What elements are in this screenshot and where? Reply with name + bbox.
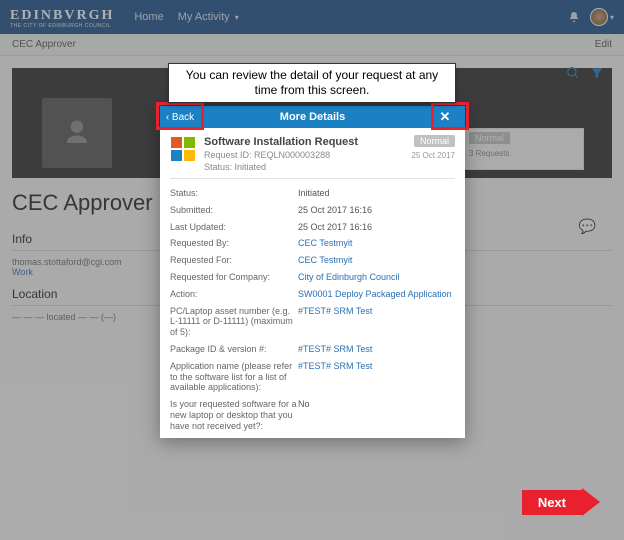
request-date: 25 Oct 2017 <box>411 151 455 160</box>
details-value: #TEST# SRM Test <box>298 361 455 393</box>
details-row: Requested For:CEC Testmyit <box>170 252 455 269</box>
details-value: CEC Testmyit <box>298 255 455 266</box>
modal-title: More Details <box>200 111 425 123</box>
details-value: CEC Testmyit <box>298 238 455 249</box>
modal-body: Software Installation Request Request ID… <box>160 128 465 438</box>
details-row: Submitted:25 Oct 2017 16:16 <box>170 202 455 219</box>
search-icon[interactable] <box>566 66 580 80</box>
tool-strip <box>566 66 604 80</box>
details-row: Last Updated:25 Oct 2017 16:16 <box>170 219 455 236</box>
chevron-down-icon: ▾ <box>610 13 614 22</box>
filter-icon[interactable] <box>590 66 604 80</box>
details-row: Primary contact number:#TEST# SRM Test <box>170 435 455 438</box>
windows-icon <box>170 136 196 162</box>
brand-text: EDINBVRGH <box>10 8 114 23</box>
details-value: Initiated <box>298 188 455 199</box>
details-key: Submitted: <box>170 205 298 216</box>
avatar <box>590 8 608 26</box>
details-row: Application name (please refer to the so… <box>170 358 455 396</box>
details-value: No <box>298 399 455 431</box>
next-button[interactable]: Next <box>522 488 600 516</box>
user-menu[interactable]: ▾ <box>590 8 614 26</box>
request-header: Software Installation Request Request ID… <box>170 136 455 179</box>
details-key: Action: <box>170 289 298 300</box>
more-details-modal: ‹ Back More Details ✕ Software Installat… <box>160 106 465 438</box>
brand-logo: EDINBVRGH THE CITY OF EDINBURGH COUNCIL <box>10 6 114 29</box>
nav-links: Home My Activity ▾ <box>134 11 238 23</box>
requests-count: 3 Requests <box>469 149 579 158</box>
chat-icon[interactable]: 💬 <box>579 218 596 235</box>
details-value: City of Edinburgh Council <box>298 272 455 283</box>
profile-placeholder <box>42 98 112 168</box>
details-row: Is your requested software for a new lap… <box>170 396 455 434</box>
details-key: Last Updated: <box>170 222 298 233</box>
details-key: Requested By: <box>170 238 298 249</box>
details-row: PC/Laptop asset number (e.g. L-11111 or … <box>170 303 455 341</box>
status-badge: Normal <box>414 135 455 147</box>
details-row: Requested By:CEC Testmyit <box>170 235 455 252</box>
details-value: #TEST# SRM Test <box>298 344 455 355</box>
details-row: Package ID & version #:#TEST# SRM Test <box>170 341 455 358</box>
details-key: Application name (please refer to the so… <box>170 361 298 393</box>
request-status-label: Status: Initiated <box>204 162 403 172</box>
details-key: Package ID & version #: <box>170 344 298 355</box>
details-key: Requested For: <box>170 255 298 266</box>
details-value: #TEST# SRM Test <box>298 306 455 338</box>
details-list: Status:InitiatedSubmitted:25 Oct 2017 16… <box>170 185 455 438</box>
next-label: Next <box>522 490 582 515</box>
breadcrumb: CEC Approver <box>12 39 76 50</box>
status-badge: Normal <box>469 132 510 144</box>
nav-home[interactable]: Home <box>134 11 163 23</box>
bell-icon[interactable] <box>568 11 580 23</box>
requests-card: Normal 3 Requests <box>464 128 584 170</box>
brand-subtext: THE CITY OF EDINBURGH COUNCIL <box>10 23 114 29</box>
details-key: Requested for Company: <box>170 272 298 283</box>
chevron-down-icon: ▾ <box>235 13 239 22</box>
modal-header: ‹ Back More Details ✕ <box>160 106 465 128</box>
request-header-main: Software Installation Request Request ID… <box>204 136 403 172</box>
back-button[interactable]: ‹ Back <box>160 106 200 128</box>
top-nav: EDINBVRGH THE CITY OF EDINBURGH COUNCIL … <box>0 0 624 34</box>
details-row: Status:Initiated <box>170 185 455 202</box>
nav-right: ▾ <box>568 8 614 26</box>
instruction-callout: You can review the detail of your reques… <box>168 63 456 103</box>
details-value: 25 Oct 2017 16:16 <box>298 222 455 233</box>
edit-link[interactable]: Edit <box>595 39 612 50</box>
details-row: Action:SW0001 Deploy Packaged Applicatio… <box>170 286 455 303</box>
close-button[interactable]: ✕ <box>425 106 465 128</box>
request-title: Software Installation Request <box>204 136 403 148</box>
person-icon <box>62 118 92 148</box>
nav-my-activity-label: My Activity <box>178 11 230 23</box>
breadcrumb-bar: CEC Approver Edit <box>0 34 624 56</box>
request-header-side: Normal 25 Oct 2017 <box>411 136 455 172</box>
nav-my-activity[interactable]: My Activity ▾ <box>178 11 239 23</box>
details-key: Is your requested software for a new lap… <box>170 399 298 431</box>
details-key: Status: <box>170 188 298 199</box>
request-id: Request ID: REQLN000003288 <box>204 150 403 160</box>
details-value: 25 Oct 2017 16:16 <box>298 205 455 216</box>
details-row: Requested for Company:City of Edinburgh … <box>170 269 455 286</box>
details-key: PC/Laptop asset number (e.g. L-11111 or … <box>170 306 298 338</box>
details-value: SW0001 Deploy Packaged Application <box>298 289 455 300</box>
arrow-right-icon <box>582 488 600 516</box>
